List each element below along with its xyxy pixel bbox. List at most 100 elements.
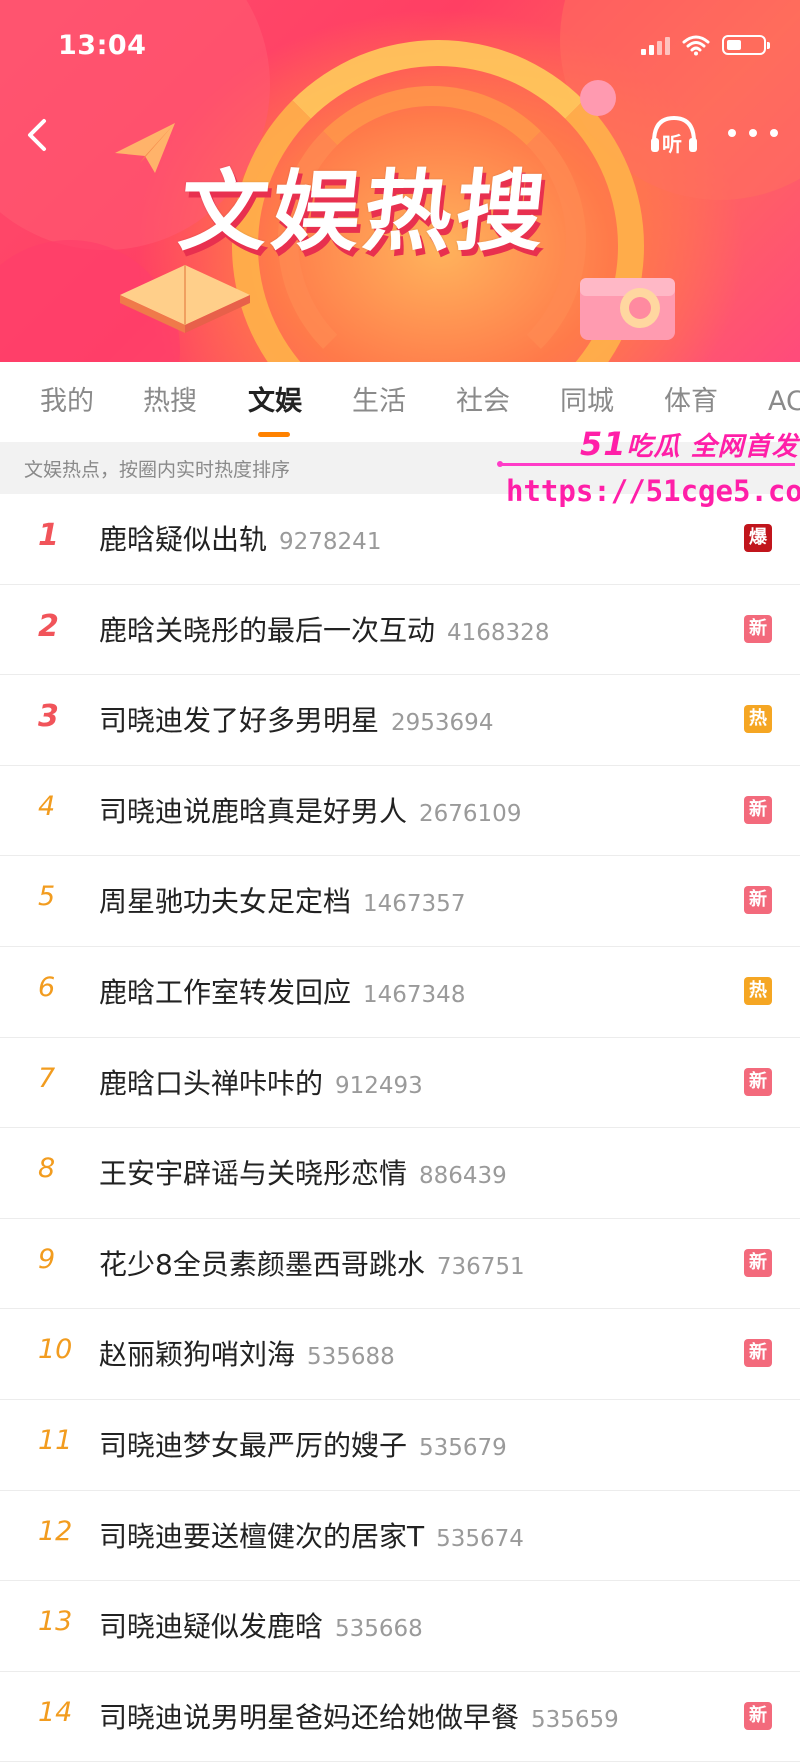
tab-hot[interactable]: 热搜 bbox=[143, 384, 197, 420]
topic-title-text: 鹿晗工作室转发回应 bbox=[99, 975, 352, 1009]
watermark-brand: 51吃瓜 全网首发 bbox=[580, 425, 799, 463]
heat-count: 535688 bbox=[307, 1344, 395, 1371]
list-item[interactable]: 3 司晓迪发了好多男明星 2953694 热 bbox=[0, 675, 800, 766]
topic-title-text: 花少8全员素颜墨西哥跳水 bbox=[99, 1247, 425, 1281]
watermark-brand-text: 吃瓜 全网首发 bbox=[626, 432, 799, 462]
banner-planet bbox=[580, 80, 616, 116]
list-item[interactable]: 11 司晓迪梦女最严厉的嫂子 535679 bbox=[0, 1400, 800, 1491]
tab-ac[interactable]: AC bbox=[768, 384, 800, 420]
topic-title-text: 周星驰功夫女足定档 bbox=[99, 885, 352, 919]
topic-title-text: 鹿晗关晓彤的最后一次互动 bbox=[99, 613, 436, 647]
status-badge: 新 bbox=[744, 1248, 772, 1277]
rank-number: 12 bbox=[38, 1515, 73, 1547]
topic-title-text: 司晓迪说男明星爸妈还给她做早餐 bbox=[99, 1700, 520, 1734]
list-item[interactable]: 1 鹿晗疑似出轨 9278241 爆 bbox=[0, 494, 800, 585]
rank-number: 1 bbox=[38, 518, 59, 553]
heat-count: 736751 bbox=[436, 1253, 525, 1280]
rank-number: 9 bbox=[38, 1243, 56, 1275]
listen-button[interactable]: 听 bbox=[648, 112, 700, 158]
watermark-dot bbox=[497, 461, 503, 467]
status-time: 13:04 bbox=[58, 30, 147, 61]
topic-title[interactable]: 鹿晗工作室转发回应 1467348 bbox=[99, 971, 465, 1011]
topic-title-text: 赵丽颖狗哨刘海 bbox=[99, 1338, 296, 1372]
rank-number: 7 bbox=[38, 1062, 56, 1094]
topic-title[interactable]: 鹿晗疑似出轨 9278241 bbox=[99, 518, 381, 558]
topic-title[interactable]: 鹿晗关晓彤的最后一次互动 4168328 bbox=[99, 609, 549, 649]
more-options-icon[interactable] bbox=[728, 118, 778, 148]
heat-count: 535659 bbox=[531, 1706, 619, 1733]
topic-title[interactable]: 王安宇辟谣与关晓彤恋情 886439 bbox=[99, 1152, 507, 1192]
wifi-icon bbox=[682, 35, 710, 56]
list-item[interactable]: 8 王安宇辟谣与关晓彤恋情 886439 bbox=[0, 1128, 800, 1219]
status-badge: 新 bbox=[744, 614, 772, 643]
topic-title-text: 鹿晗疑似出轨 bbox=[99, 523, 268, 556]
header-banner: 13:04 听 文娱热搜 bbox=[0, 0, 800, 362]
topic-title[interactable]: 司晓迪疑似发鹿晗 535668 bbox=[99, 1605, 423, 1645]
hot-search-list: 1 鹿晗疑似出轨 9278241 爆 2 鹿晗关晓彤的最后一次互动 4168328 新 3 司晓迪… bbox=[0, 494, 800, 1762]
page-title: 文娱热搜 bbox=[174, 160, 554, 263]
topic-title[interactable]: 司晓迪发了好多男明星 2953694 bbox=[99, 699, 493, 739]
watermark-brand-number: 51 bbox=[580, 425, 627, 463]
list-item[interactable]: 5 周星驰功夫女足定档 1467357 新 bbox=[0, 856, 800, 947]
list-item[interactable]: 7 鹿晗口头禅咔咔的 912493 新 bbox=[0, 1038, 800, 1129]
topic-title[interactable]: 司晓迪要送檀健次的居家T 535674 bbox=[99, 1515, 524, 1555]
heat-count: 1467357 bbox=[363, 891, 466, 918]
status-badge: 新 bbox=[744, 1067, 772, 1096]
signal-icon bbox=[641, 35, 670, 55]
tab-society[interactable]: 社会 bbox=[456, 384, 510, 420]
tab-life[interactable]: 生活 bbox=[352, 384, 406, 420]
topic-title[interactable]: 周星驰功夫女足定档 1467357 bbox=[99, 880, 465, 920]
status-badge: 新 bbox=[744, 1339, 772, 1368]
list-item[interactable]: 6 鹿晗工作室转发回应 1467348 热 bbox=[0, 947, 800, 1038]
camera-icon bbox=[580, 278, 675, 340]
topic-title-text: 司晓迪疑似发鹿晗 bbox=[99, 1610, 324, 1644]
topic-title[interactable]: 司晓迪说男明星爸妈还给她做早餐 535659 bbox=[99, 1696, 619, 1736]
rank-number: 2 bbox=[38, 608, 59, 644]
list-item[interactable]: 12 司晓迪要送檀健次的居家T 535674 bbox=[0, 1491, 800, 1582]
tab-sports[interactable]: 体育 bbox=[664, 384, 718, 420]
tab-mine[interactable]: 我的 bbox=[40, 384, 94, 420]
rank-number: 14 bbox=[38, 1696, 73, 1728]
rank-number: 13 bbox=[38, 1606, 73, 1638]
topic-title-text: 司晓迪要送檀健次的居家T bbox=[99, 1519, 425, 1553]
topic-title[interactable]: 花少8全员素颜墨西哥跳水 736751 bbox=[99, 1243, 525, 1283]
topic-title-text: 司晓迪发了好多男明星 bbox=[99, 704, 380, 738]
tab-entertainment[interactable]: 文娱 bbox=[248, 384, 302, 420]
rank-number: 10 bbox=[38, 1334, 73, 1366]
rank-number: 8 bbox=[38, 1153, 56, 1185]
topic-title-text: 司晓迪说鹿晗真是好男人 bbox=[99, 794, 408, 828]
list-item[interactable]: 13 司晓迪疑似发鹿晗 535668 bbox=[0, 1581, 800, 1672]
list-item[interactable]: 10 赵丽颖狗哨刘海 535688 新 bbox=[0, 1309, 800, 1400]
heat-count: 2953694 bbox=[391, 710, 494, 737]
paper-plane-icon bbox=[115, 123, 175, 173]
list-item[interactable]: 4 司晓迪说鹿晗真是好男人 2676109 新 bbox=[0, 766, 800, 857]
rank-number: 4 bbox=[38, 790, 56, 822]
topic-title[interactable]: 司晓迪梦女最严厉的嫂子 535679 bbox=[99, 1424, 507, 1464]
topic-title[interactable]: 赵丽颖狗哨刘海 535688 bbox=[99, 1333, 395, 1373]
topic-title[interactable]: 司晓迪说鹿晗真是好男人 2676109 bbox=[99, 790, 521, 830]
list-item[interactable]: 2 鹿晗关晓彤的最后一次互动 4168328 新 bbox=[0, 585, 800, 676]
battery-icon bbox=[722, 35, 770, 55]
list-description: 文娱热点，按圈内实时热度排序 bbox=[24, 459, 291, 481]
list-item[interactable]: 14 司晓迪说男明星爸妈还给她做早餐 535659 新 bbox=[0, 1672, 800, 1762]
rank-number: 11 bbox=[38, 1424, 73, 1456]
listen-label: 听 bbox=[662, 132, 682, 156]
tab-local[interactable]: 同城 bbox=[560, 384, 614, 420]
rank-number: 3 bbox=[38, 699, 59, 735]
topic-title-text: 司晓迪梦女最严厉的嫂子 bbox=[99, 1428, 408, 1462]
list-item[interactable]: 9 花少8全员素颜墨西哥跳水 736751 新 bbox=[0, 1219, 800, 1310]
status-badge: 新 bbox=[744, 886, 772, 915]
back-icon[interactable] bbox=[18, 115, 58, 155]
active-tab-indicator bbox=[258, 432, 290, 437]
status-badge: 热 bbox=[744, 976, 772, 1005]
watermark-line bbox=[500, 463, 795, 466]
status-badge: 爆 bbox=[744, 524, 772, 552]
rank-number: 6 bbox=[38, 971, 56, 1003]
topic-title-text: 王安宇辟谣与关晓彤恋情 bbox=[99, 1157, 408, 1191]
heat-count: 1467348 bbox=[363, 981, 466, 1008]
heat-count: 535668 bbox=[335, 1616, 423, 1643]
heat-count: 9278241 bbox=[279, 529, 382, 555]
heat-count: 2676109 bbox=[419, 800, 522, 827]
topic-title[interactable]: 鹿晗口头禅咔咔的 912493 bbox=[99, 1062, 423, 1102]
heat-count: 535679 bbox=[419, 1434, 507, 1461]
